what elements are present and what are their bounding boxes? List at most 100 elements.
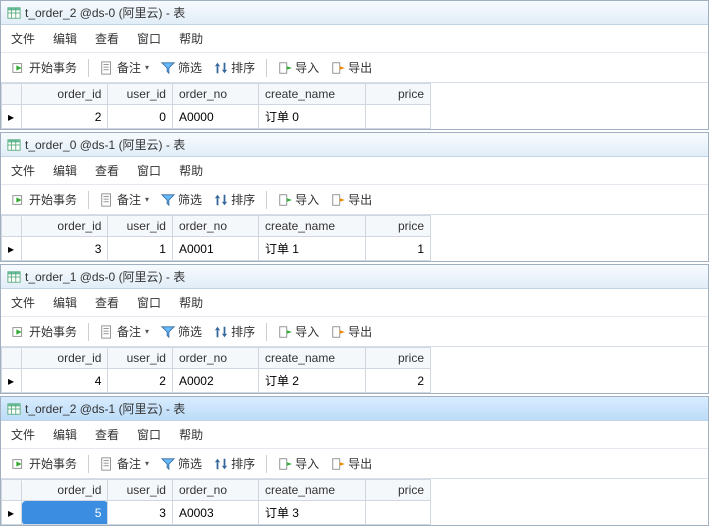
table-row[interactable]: ▸ 5 3 A0003 订单 3: [2, 501, 431, 525]
cell-user-id[interactable]: 3: [108, 501, 173, 525]
export-button[interactable]: 导出: [328, 321, 375, 342]
table-row[interactable]: ▸ 2 0 A0000 订单 0: [2, 105, 431, 129]
menu-help[interactable]: 帮助: [179, 426, 203, 443]
cell-user-id[interactable]: 1: [108, 237, 173, 261]
col-price[interactable]: price: [366, 216, 431, 237]
cell-create-name[interactable]: 订单 0: [258, 105, 366, 129]
menu-window[interactable]: 窗口: [137, 426, 161, 443]
menu-view[interactable]: 查看: [95, 162, 119, 179]
row-marker[interactable]: ▸: [2, 237, 22, 261]
cell-order-no[interactable]: A0002: [172, 369, 258, 393]
menu-edit[interactable]: 编辑: [53, 294, 77, 311]
menu-file[interactable]: 文件: [11, 294, 35, 311]
cell-user-id[interactable]: 0: [108, 105, 173, 129]
data-grid[interactable]: order_id user_id order_no create_name pr…: [1, 215, 431, 261]
sort-button[interactable]: 排序: [211, 321, 258, 342]
title-bar[interactable]: t_order_2 @ds-0 (阿里云) - 表: [1, 1, 708, 25]
menu-view[interactable]: 查看: [95, 30, 119, 47]
col-price[interactable]: price: [366, 480, 431, 501]
filter-button[interactable]: 筛选: [158, 453, 205, 474]
begin-transaction-button[interactable]: 开始事务: [9, 453, 80, 474]
row-marker[interactable]: ▸: [2, 105, 22, 129]
col-user-id[interactable]: user_id: [108, 84, 173, 105]
export-button[interactable]: 导出: [328, 57, 375, 78]
export-button[interactable]: 导出: [328, 453, 375, 474]
cell-price[interactable]: [366, 105, 431, 129]
cell-order-no[interactable]: A0003: [172, 501, 258, 525]
export-button[interactable]: 导出: [328, 189, 375, 210]
remark-button[interactable]: 备注▾: [97, 453, 152, 474]
import-button[interactable]: 导入: [275, 57, 322, 78]
filter-button[interactable]: 筛选: [158, 189, 205, 210]
col-price[interactable]: price: [366, 84, 431, 105]
begin-transaction-button[interactable]: 开始事务: [9, 189, 80, 210]
col-order-id[interactable]: order_id: [22, 480, 108, 501]
cell-order-id[interactable]: 2: [22, 105, 108, 129]
data-grid[interactable]: order_id user_id order_no create_name pr…: [1, 347, 431, 393]
row-marker[interactable]: ▸: [2, 369, 22, 393]
col-order-no[interactable]: order_no: [172, 84, 258, 105]
begin-transaction-button[interactable]: 开始事务: [9, 57, 80, 78]
cell-price[interactable]: 2: [366, 369, 431, 393]
col-create-name[interactable]: create_name: [258, 84, 366, 105]
menu-help[interactable]: 帮助: [179, 162, 203, 179]
filter-button[interactable]: 筛选: [158, 321, 205, 342]
cell-create-name[interactable]: 订单 3: [258, 501, 366, 525]
col-user-id[interactable]: user_id: [108, 480, 173, 501]
cell-create-name[interactable]: 订单 2: [258, 369, 366, 393]
cell-create-name[interactable]: 订单 1: [258, 237, 366, 261]
col-order-id[interactable]: order_id: [22, 216, 108, 237]
menu-file[interactable]: 文件: [11, 162, 35, 179]
menu-edit[interactable]: 编辑: [53, 30, 77, 47]
table-row[interactable]: ▸ 4 2 A0002 订单 2 2: [2, 369, 431, 393]
title-bar[interactable]: t_order_1 @ds-0 (阿里云) - 表: [1, 265, 708, 289]
col-order-no[interactable]: order_no: [172, 348, 258, 369]
cell-order-no[interactable]: A0001: [172, 237, 258, 261]
sort-button[interactable]: 排序: [211, 453, 258, 474]
import-button[interactable]: 导入: [275, 189, 322, 210]
remark-button[interactable]: 备注▾: [97, 189, 152, 210]
cell-order-no[interactable]: A0000: [172, 105, 258, 129]
remark-button[interactable]: 备注▾: [97, 321, 152, 342]
menu-edit[interactable]: 编辑: [53, 426, 77, 443]
cell-order-id[interactable]: 4: [22, 369, 108, 393]
cell-order-id[interactable]: 3: [22, 237, 108, 261]
menu-view[interactable]: 查看: [95, 426, 119, 443]
col-order-id[interactable]: order_id: [22, 348, 108, 369]
begin-transaction-button[interactable]: 开始事务: [9, 321, 80, 342]
col-create-name[interactable]: create_name: [258, 480, 366, 501]
sort-button[interactable]: 排序: [211, 189, 258, 210]
title-bar[interactable]: t_order_0 @ds-1 (阿里云) - 表: [1, 133, 708, 157]
col-user-id[interactable]: user_id: [108, 348, 173, 369]
sort-button[interactable]: 排序: [211, 57, 258, 78]
menu-window[interactable]: 窗口: [137, 162, 161, 179]
remark-button[interactable]: 备注▾: [97, 57, 152, 78]
menu-help[interactable]: 帮助: [179, 30, 203, 47]
col-order-no[interactable]: order_no: [172, 480, 258, 501]
row-marker[interactable]: ▸: [2, 501, 22, 525]
import-button[interactable]: 导入: [275, 321, 322, 342]
title-bar[interactable]: t_order_2 @ds-1 (阿里云) - 表: [1, 397, 708, 421]
filter-button[interactable]: 筛选: [158, 57, 205, 78]
col-user-id[interactable]: user_id: [108, 216, 173, 237]
col-price[interactable]: price: [366, 348, 431, 369]
data-grid[interactable]: order_id user_id order_no create_name pr…: [1, 83, 431, 129]
data-grid[interactable]: order_id user_id order_no create_name pr…: [1, 479, 431, 525]
menu-view[interactable]: 查看: [95, 294, 119, 311]
menu-window[interactable]: 窗口: [137, 30, 161, 47]
menu-edit[interactable]: 编辑: [53, 162, 77, 179]
col-create-name[interactable]: create_name: [258, 216, 366, 237]
menu-file[interactable]: 文件: [11, 426, 35, 443]
menu-window[interactable]: 窗口: [137, 294, 161, 311]
col-order-id[interactable]: order_id: [22, 84, 108, 105]
cell-user-id[interactable]: 2: [108, 369, 173, 393]
table-row[interactable]: ▸ 3 1 A0001 订单 1 1: [2, 237, 431, 261]
menu-help[interactable]: 帮助: [179, 294, 203, 311]
col-order-no[interactable]: order_no: [172, 216, 258, 237]
cell-price[interactable]: 1: [366, 237, 431, 261]
cell-order-id[interactable]: 5: [22, 501, 108, 525]
col-create-name[interactable]: create_name: [258, 348, 366, 369]
menu-file[interactable]: 文件: [11, 30, 35, 47]
import-button[interactable]: 导入: [275, 453, 322, 474]
cell-price[interactable]: [366, 501, 431, 525]
